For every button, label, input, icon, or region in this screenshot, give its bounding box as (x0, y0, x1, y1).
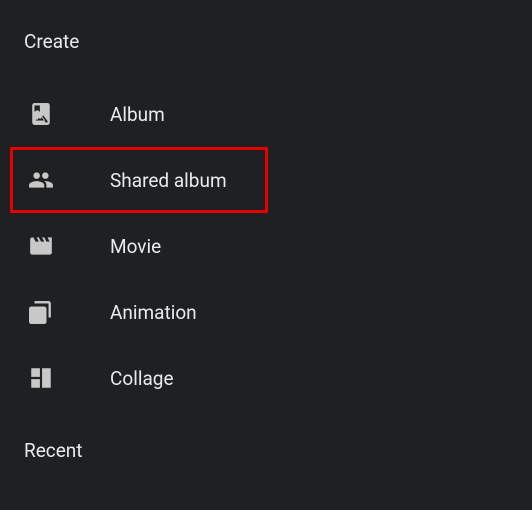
section-title-create: Create (24, 30, 508, 53)
menu-item-shared-album[interactable]: Shared album (10, 147, 268, 213)
menu-item-album[interactable]: Album (24, 81, 508, 147)
create-panel: Create Album Shared album Movie Animatio… (0, 0, 532, 510)
album-icon (24, 101, 110, 127)
menu-item-movie[interactable]: Movie (24, 213, 508, 279)
menu-label-movie: Movie (110, 235, 161, 258)
menu-label-album: Album (110, 103, 165, 126)
menu-label-animation: Animation (110, 301, 197, 324)
menu-item-collage[interactable]: Collage (24, 345, 508, 411)
menu-label-shared-album: Shared album (110, 169, 227, 192)
collage-icon (24, 365, 110, 391)
animation-icon (24, 299, 110, 325)
shared-album-icon (24, 167, 110, 193)
movie-icon (24, 233, 110, 259)
menu-label-collage: Collage (110, 367, 174, 390)
menu-item-animation[interactable]: Animation (24, 279, 508, 345)
section-title-recent: Recent (24, 439, 508, 462)
